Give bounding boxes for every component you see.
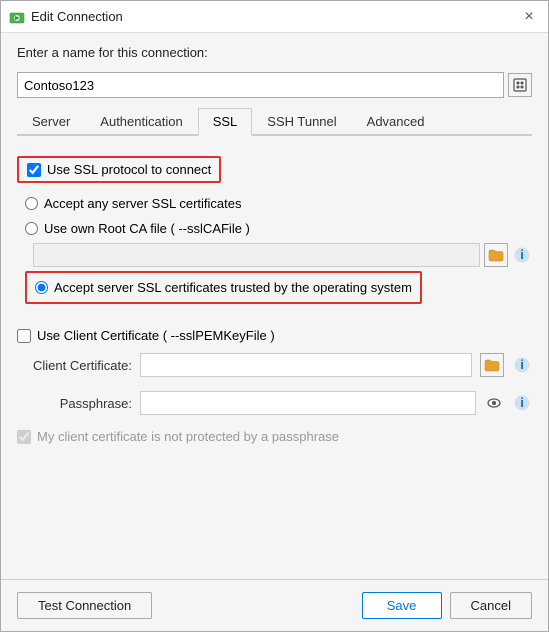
test-connection-button[interactable]: Test Connection — [17, 592, 152, 619]
connection-name-row — [17, 72, 532, 98]
passphrase-input[interactable] — [140, 391, 476, 415]
passphrase-info-button[interactable]: i — [512, 393, 532, 413]
tab-authentication[interactable]: Authentication — [85, 108, 197, 136]
connection-name-label: Enter a name for this connection: — [17, 45, 532, 60]
svg-text:i: i — [520, 247, 524, 262]
save-button[interactable]: Save — [362, 592, 442, 619]
accept-any-label[interactable]: Accept any server SSL certificates — [25, 193, 532, 214]
accept-trusted-box: Accept server SSL certificates trusted b… — [25, 271, 422, 304]
bottom-bar: Test Connection Save Cancel — [1, 579, 548, 631]
root-ca-folder-button[interactable] — [484, 243, 508, 267]
dialog-body: Enter a name for this connection: Server… — [1, 33, 548, 579]
root-ca-input[interactable] — [33, 243, 480, 267]
not-protected-text: My client certificate is not protected b… — [37, 429, 339, 444]
use-root-ca-text: Use own Root CA file ( --sslCAFile ) — [44, 221, 250, 236]
passphrase-row: Passphrase: i — [17, 391, 532, 415]
client-cert-section: Use Client Certificate ( --sslPEMKeyFile… — [17, 328, 532, 343]
edit-connection-dialog: Edit Connection × Enter a name for this … — [0, 0, 549, 632]
accept-any-radio[interactable] — [25, 197, 38, 210]
tab-server[interactable]: Server — [17, 108, 85, 136]
dialog-title: Edit Connection — [31, 9, 512, 24]
accept-trusted-text: Accept server SSL certificates trusted b… — [54, 280, 412, 295]
svg-text:i: i — [520, 395, 524, 410]
accept-trusted-label[interactable]: Accept server SSL certificates trusted b… — [35, 277, 412, 298]
client-cert-input[interactable] — [140, 353, 472, 377]
tab-bar: Server Authentication SSL SSH Tunnel Adv… — [17, 106, 532, 136]
accept-trusted-radio[interactable] — [35, 281, 48, 294]
title-bar: Edit Connection × — [1, 1, 548, 33]
not-protected-checkbox[interactable] — [17, 430, 31, 444]
ssl-content: Use SSL protocol to connect Accept any s… — [17, 144, 532, 579]
not-protected-label[interactable]: My client certificate is not protected b… — [17, 429, 532, 444]
use-root-ca-label[interactable]: Use own Root CA file ( --sslCAFile ) — [25, 218, 532, 239]
passphrase-toggle-button[interactable] — [484, 393, 504, 413]
root-ca-input-row: i — [25, 243, 532, 267]
client-cert-label: Client Certificate: — [17, 358, 132, 373]
root-ca-info-button[interactable]: i — [512, 245, 532, 265]
use-ssl-label[interactable]: Use SSL protocol to connect — [27, 162, 211, 177]
ssl-options: Accept any server SSL certificates Use o… — [17, 193, 532, 304]
client-cert-info-button[interactable]: i — [512, 355, 532, 375]
tab-advanced[interactable]: Advanced — [352, 108, 440, 136]
use-ssl-text: Use SSL protocol to connect — [47, 162, 211, 177]
tab-ssh-tunnel[interactable]: SSH Tunnel — [252, 108, 351, 136]
passphrase-label: Passphrase: — [17, 396, 132, 411]
use-ssl-box: Use SSL protocol to connect — [17, 156, 221, 183]
use-root-ca-radio[interactable] — [25, 222, 38, 235]
client-cert-folder-button[interactable] — [480, 353, 504, 377]
cancel-button[interactable]: Cancel — [450, 592, 532, 619]
app-icon — [9, 9, 25, 25]
use-client-cert-label[interactable]: Use Client Certificate ( --sslPEMKeyFile… — [17, 328, 532, 343]
not-protected-row: My client certificate is not protected b… — [17, 429, 532, 444]
client-cert-row: Client Certificate: i — [17, 353, 532, 377]
use-client-cert-checkbox[interactable] — [17, 329, 31, 343]
connection-icon-button[interactable] — [508, 73, 532, 97]
use-ssl-checkbox[interactable] — [27, 163, 41, 177]
close-button[interactable]: × — [518, 6, 540, 28]
tab-ssl[interactable]: SSL — [198, 108, 253, 136]
accept-any-text: Accept any server SSL certificates — [44, 196, 242, 211]
connection-name-input[interactable] — [17, 72, 504, 98]
right-buttons: Save Cancel — [362, 592, 532, 619]
use-client-cert-text: Use Client Certificate ( --sslPEMKeyFile… — [37, 328, 275, 343]
svg-text:i: i — [520, 357, 524, 372]
